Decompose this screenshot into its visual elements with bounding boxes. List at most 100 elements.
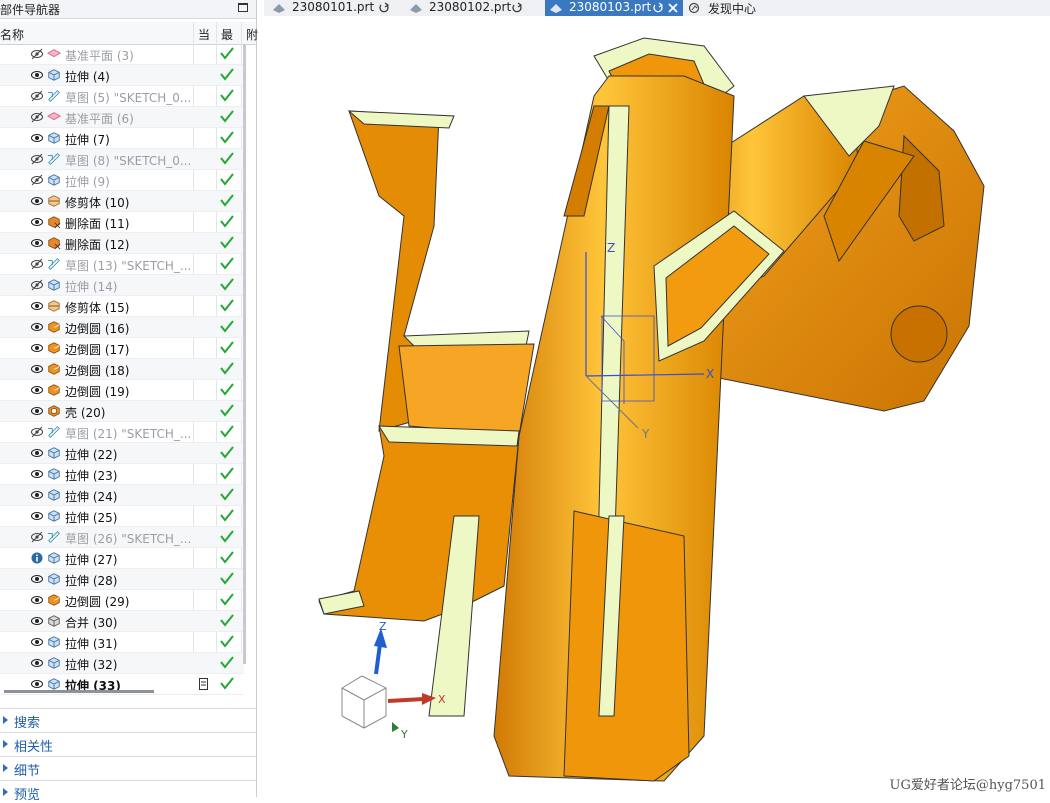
model-view[interactable]: Z X Y Z X Y [264,16,1050,797]
feature-row[interactable]: 删除面 (11) [0,212,244,233]
up-to-date-check-icon [220,362,234,375]
up-to-date-check-icon [220,614,234,627]
extrude-icon [48,657,60,669]
visible-eye-icon[interactable] [31,363,43,375]
hidden-eye-icon[interactable] [31,426,43,438]
extrude-icon [48,132,60,144]
tab-23080102[interactable]: 23080102.prt [409,0,531,16]
feature-row[interactable]: 基准平面 (6) [0,107,244,128]
feature-row[interactable]: 拉伸 (4) [0,65,244,86]
horizontal-scrollbar[interactable] [4,690,154,693]
tab-discovery-center[interactable]: 发现中心 [688,0,788,16]
feature-row[interactable]: 拉伸 (23) [0,464,244,485]
feature-label: 边倒圆 (17) [65,343,130,357]
sketch-icon [47,90,60,102]
visible-eye-icon[interactable] [31,489,43,501]
feature-row[interactable]: 拉伸 (24) [0,485,244,506]
column-name[interactable]: 名称 [0,26,24,43]
feature-row[interactable]: 拉伸 (32) [0,653,244,674]
hidden-eye-icon[interactable] [31,48,43,60]
visible-eye-icon[interactable] [31,510,43,522]
visible-eye-icon[interactable] [31,573,43,585]
feature-row[interactable]: 修剪体 (15) [0,296,244,317]
info-badge-icon[interactable] [31,552,43,564]
feature-row[interactable]: 合并 (30) [0,611,244,632]
feature-row[interactable]: 删除面 (12) [0,233,244,254]
view-triad[interactable]: Z X Y [341,620,446,741]
close-icon[interactable] [668,2,678,13]
feature-row[interactable]: 拉伸 (25) [0,506,244,527]
feature-row[interactable]: 草图 (5) "SKETCH_0... [0,86,244,107]
section-dependencies[interactable]: 相关性 [0,732,256,755]
up-to-date-check-icon [220,299,234,312]
feature-row[interactable]: 草图 (21) "SKETCH_... [0,422,244,443]
visible-eye-icon[interactable] [31,300,43,312]
hidden-eye-icon[interactable] [31,111,43,123]
feature-row[interactable]: 边倒圆 (17) [0,338,244,359]
visible-eye-icon[interactable] [31,132,43,144]
visible-eye-icon[interactable] [31,384,43,396]
visible-eye-icon[interactable] [31,342,43,354]
feature-label: 拉伸 (32) [65,658,118,672]
feature-row[interactable]: 草图 (26) "SKETCH_... [0,527,244,548]
hidden-eye-icon[interactable] [31,174,43,186]
visible-eye-icon[interactable] [31,405,43,417]
refresh-icon[interactable] [653,2,663,13]
section-details[interactable]: 细节 [0,756,256,779]
visible-eye-icon[interactable] [31,468,43,480]
feature-row[interactable]: 边倒圆 (18) [0,359,244,380]
hidden-eye-icon[interactable] [31,279,43,291]
visible-eye-icon[interactable] [31,678,43,690]
visible-eye-icon[interactable] [31,195,43,207]
feature-row[interactable]: 壳 (20) [0,401,244,422]
refresh-icon[interactable] [512,2,522,13]
visible-eye-icon[interactable] [31,447,43,459]
feature-label: 边倒圆 (16) [65,322,130,336]
csys-y-label: Y [641,427,650,441]
feature-row[interactable]: 拉伸 (9) [0,170,244,191]
visible-eye-icon[interactable] [31,216,43,228]
visible-eye-icon[interactable] [31,321,43,333]
feature-row[interactable]: 草图 (8) "SKETCH_0... [0,149,244,170]
shaft-body-part[interactable] [318,37,985,782]
visible-eye-icon[interactable] [31,237,43,249]
feature-row[interactable]: 拉伸 (22) [0,443,244,464]
document-tabs: 23080101.prt 23080102.prt 23080103.prt 发… [264,0,1050,17]
vertical-scrollbar[interactable] [243,44,246,664]
feature-row[interactable]: 边倒圆 (29) [0,590,244,611]
visible-eye-icon[interactable] [31,657,43,669]
feature-row[interactable]: 拉伸 (31) [0,632,244,653]
hidden-eye-icon[interactable] [31,90,43,102]
up-to-date-check-icon [220,341,234,354]
section-label: 预览 [14,788,41,803]
column-attached[interactable]: 附 [246,26,258,43]
hidden-eye-icon[interactable] [31,153,43,165]
hidden-eye-icon[interactable] [31,258,43,270]
feature-row[interactable]: 边倒圆 (16) [0,317,244,338]
visible-eye-icon[interactable] [31,594,43,606]
tab-23080101[interactable]: 23080101.prt [272,0,394,16]
visible-eye-icon[interactable] [31,615,43,627]
feature-row[interactable]: 拉伸 (7) [0,128,244,149]
graphics-window[interactable]: Z X Y Z X Y UG爱好者论坛@hyg7501 [264,16,1050,797]
sketch-icon [47,531,60,543]
refresh-icon[interactable] [379,2,389,13]
visible-eye-icon[interactable] [31,69,43,81]
feature-label: 拉伸 (7) [65,133,110,147]
feature-row[interactable]: 拉伸 (27) [0,548,244,569]
feature-row[interactable]: 基准平面 (3) [0,44,244,65]
tab-23080103[interactable]: 23080103.prt [545,0,683,16]
feature-row[interactable]: 草图 (13) "SKETCH_... [0,254,244,275]
feature-row[interactable]: 拉伸 (14) [0,275,244,296]
column-current[interactable]: 当 [198,26,210,43]
section-search[interactable]: 搜索 [0,708,256,731]
feature-row[interactable]: 拉伸 (28) [0,569,244,590]
column-latest[interactable]: 最 [221,26,233,43]
feature-row[interactable]: 修剪体 (10) [0,191,244,212]
hidden-eye-icon[interactable] [31,531,43,543]
section-preview[interactable]: 预览 [0,780,256,803]
maximize-icon[interactable] [238,3,248,12]
feature-row[interactable]: 边倒圆 (19) [0,380,244,401]
visible-eye-icon[interactable] [31,636,43,648]
edge-blend-icon [48,594,60,606]
